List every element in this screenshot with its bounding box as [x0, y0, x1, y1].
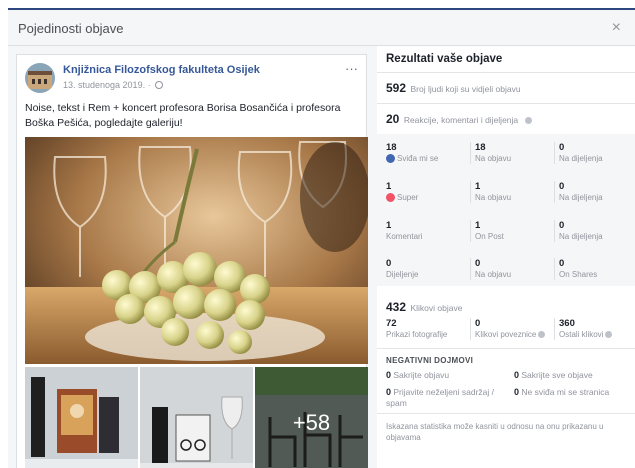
love-icon	[386, 193, 395, 202]
photo-views-label: Prikazi fotografije	[386, 330, 448, 339]
close-icon[interactable]: ×	[612, 19, 621, 37]
clicks-value: 432	[386, 300, 407, 314]
hide-all-value: 0	[514, 370, 520, 380]
shelf-glasses-photo	[140, 367, 253, 468]
like-icon	[386, 154, 395, 163]
unlike-page-label: Ne sviđa mi se stranica	[521, 387, 610, 397]
comments-label: Komentari	[386, 232, 423, 241]
shares-value: 0	[386, 258, 392, 269]
negative-hide-post: 0 Sakrijte objavu	[386, 370, 504, 381]
clicks-label: Klikovi objave	[410, 303, 463, 313]
info-icon[interactable]	[538, 331, 546, 338]
negative-hide-all: 0 Sakrijte sve objave	[514, 370, 632, 381]
clicks-stat: 432 Klikovi objave	[386, 298, 462, 316]
likes-on-post-value: 18	[475, 142, 486, 153]
link-clicks-value: 0	[475, 318, 481, 329]
comments-cell: 1 Komentari	[386, 220, 466, 241]
likes-on-post-cell: 18 Na objavu	[475, 142, 555, 163]
thumbnail-photo-1[interactable]	[25, 367, 138, 468]
post-card: Knjižnica Filozofskog fakulteta Osijek 1…	[16, 54, 368, 468]
page-name-link[interactable]: Knjižnica Filozofskog fakulteta Osijek	[63, 64, 260, 76]
post-text: Noise, tekst i Rem + koncert profesora B…	[25, 102, 341, 129]
likes-value: 18	[386, 142, 397, 153]
post-results-panel: Rezultati vaše objave 592 Broj ljudi koj…	[377, 46, 635, 468]
shares-on-shares-value: 0	[559, 258, 565, 269]
negative-report-spam: 0 Prijavite neželjeni sadržaj / spam	[386, 387, 506, 409]
unlike-page-value: 0	[514, 387, 520, 397]
more-options-icon[interactable]: ···	[345, 61, 358, 76]
shelf-books-photo	[25, 367, 138, 468]
likes-on-shares-cell: 0 Na dijeljenja	[559, 142, 635, 163]
love-on-post-value: 1	[475, 181, 481, 192]
likes-on-post-label: Na objavu	[475, 154, 512, 163]
dialog-title: Pojedinosti objave	[18, 21, 124, 36]
engagement-stat: 20 Reakcije, komentari i dijeljenja	[386, 110, 532, 128]
likes-label: Sviđa mi se	[397, 154, 439, 163]
post-photo-main[interactable]	[25, 137, 368, 364]
negative-feedback-title: NEGATIVNI DOJMOVI	[386, 356, 474, 365]
other-clicks-label: Ostali klikovi	[559, 330, 604, 339]
results-title: Rezultati vaše objave	[386, 53, 503, 65]
reach-stat: 592 Broj ljudi koji su vidjeli objavu	[386, 79, 521, 97]
likes-on-shares-value: 0	[559, 142, 565, 153]
shares-cell: 0 Dijeljenje	[386, 258, 466, 279]
shares-on-post-value: 0	[475, 258, 481, 269]
comments-on-shares-value: 0	[559, 220, 565, 231]
negative-unlike-page: 0 Ne sviđa mi se stranica	[514, 387, 632, 398]
comments-on-post-value: 1	[475, 220, 481, 231]
love-on-shares-value: 0	[559, 181, 565, 192]
grapes-photo	[25, 137, 368, 364]
photo-views-cell: 72 Prikazi fotografije	[386, 318, 466, 339]
likes-cell: 18 Sviđa mi se	[386, 142, 466, 163]
more-photos-count: +58	[255, 367, 368, 468]
engagement-label: Reakcije, komentari i dijeljenja	[403, 115, 519, 125]
report-spam-value: 0	[386, 387, 392, 397]
post-details-dialog: Pojedinosti objave × Knjižnica Filozofsk…	[8, 8, 635, 468]
other-clicks-value: 360	[559, 318, 575, 329]
globe-icon	[155, 81, 164, 89]
love-value: 1	[386, 181, 392, 192]
love-cell: 1 Super	[386, 181, 466, 202]
love-on-shares-label: Na dijeljenja	[559, 193, 603, 202]
stats-footnote: Iskazana statistika može kasniti u odnos…	[386, 422, 604, 442]
avatar[interactable]	[25, 63, 55, 93]
thumbnail-photo-2[interactable]	[140, 367, 253, 468]
love-on-shares-cell: 0 Na dijeljenja	[559, 181, 635, 202]
info-icon[interactable]	[605, 331, 613, 338]
comments-value: 1	[386, 220, 392, 231]
shares-on-post-label: Na objavu	[475, 270, 512, 279]
reach-label: Broj ljudi koji su vidjeli objavu	[410, 84, 521, 94]
likes-on-shares-label: Na dijeljenja	[559, 154, 603, 163]
comments-on-shares-label: Na dijeljenja	[559, 232, 603, 241]
dialog-header: Pojedinosti objave ×	[8, 10, 635, 46]
reactions-breakdown: 18 Sviđa mi se 18 Na objavu 0 Na dijelje…	[377, 134, 635, 286]
shares-on-shares-label: On Shares	[559, 270, 598, 279]
hide-post-label: Sakrijte objavu	[393, 370, 450, 380]
hide-all-label: Sakrijte sve objave	[521, 370, 593, 380]
post-date: 13. studenoga 2019. ·	[63, 80, 164, 90]
comments-on-shares-cell: 0 Na dijeljenja	[559, 220, 635, 241]
report-spam-label: Prijavite neželjeni sadržaj / spam	[386, 387, 495, 408]
shares-on-shares-cell: 0 On Shares	[559, 258, 635, 279]
shares-on-post-cell: 0 Na objavu	[475, 258, 555, 279]
info-icon[interactable]	[524, 117, 532, 124]
photo-thumbnails: +58	[25, 367, 368, 468]
link-clicks-label: Klikovi poveznice	[475, 330, 537, 339]
link-clicks-cell: 0 Klikovi poveznice	[475, 318, 557, 339]
hide-post-value: 0	[386, 370, 392, 380]
love-on-post-label: Na objavu	[475, 193, 512, 202]
comments-on-post-cell: 1 On Post	[475, 220, 555, 241]
love-on-post-cell: 1 Na objavu	[475, 181, 555, 202]
shares-label: Dijeljenje	[386, 270, 419, 279]
photo-views-value: 72	[386, 318, 397, 329]
post-date-text: 13. studenoga 2019.	[63, 80, 146, 90]
reach-value: 592	[386, 81, 407, 95]
love-label: Super	[397, 193, 419, 202]
engagement-value: 20	[386, 112, 400, 126]
other-clicks-cell: 360 Ostali klikovi	[559, 318, 635, 339]
comments-on-post-label: On Post	[475, 232, 504, 241]
thumbnail-photo-more[interactable]: +58	[255, 367, 368, 468]
